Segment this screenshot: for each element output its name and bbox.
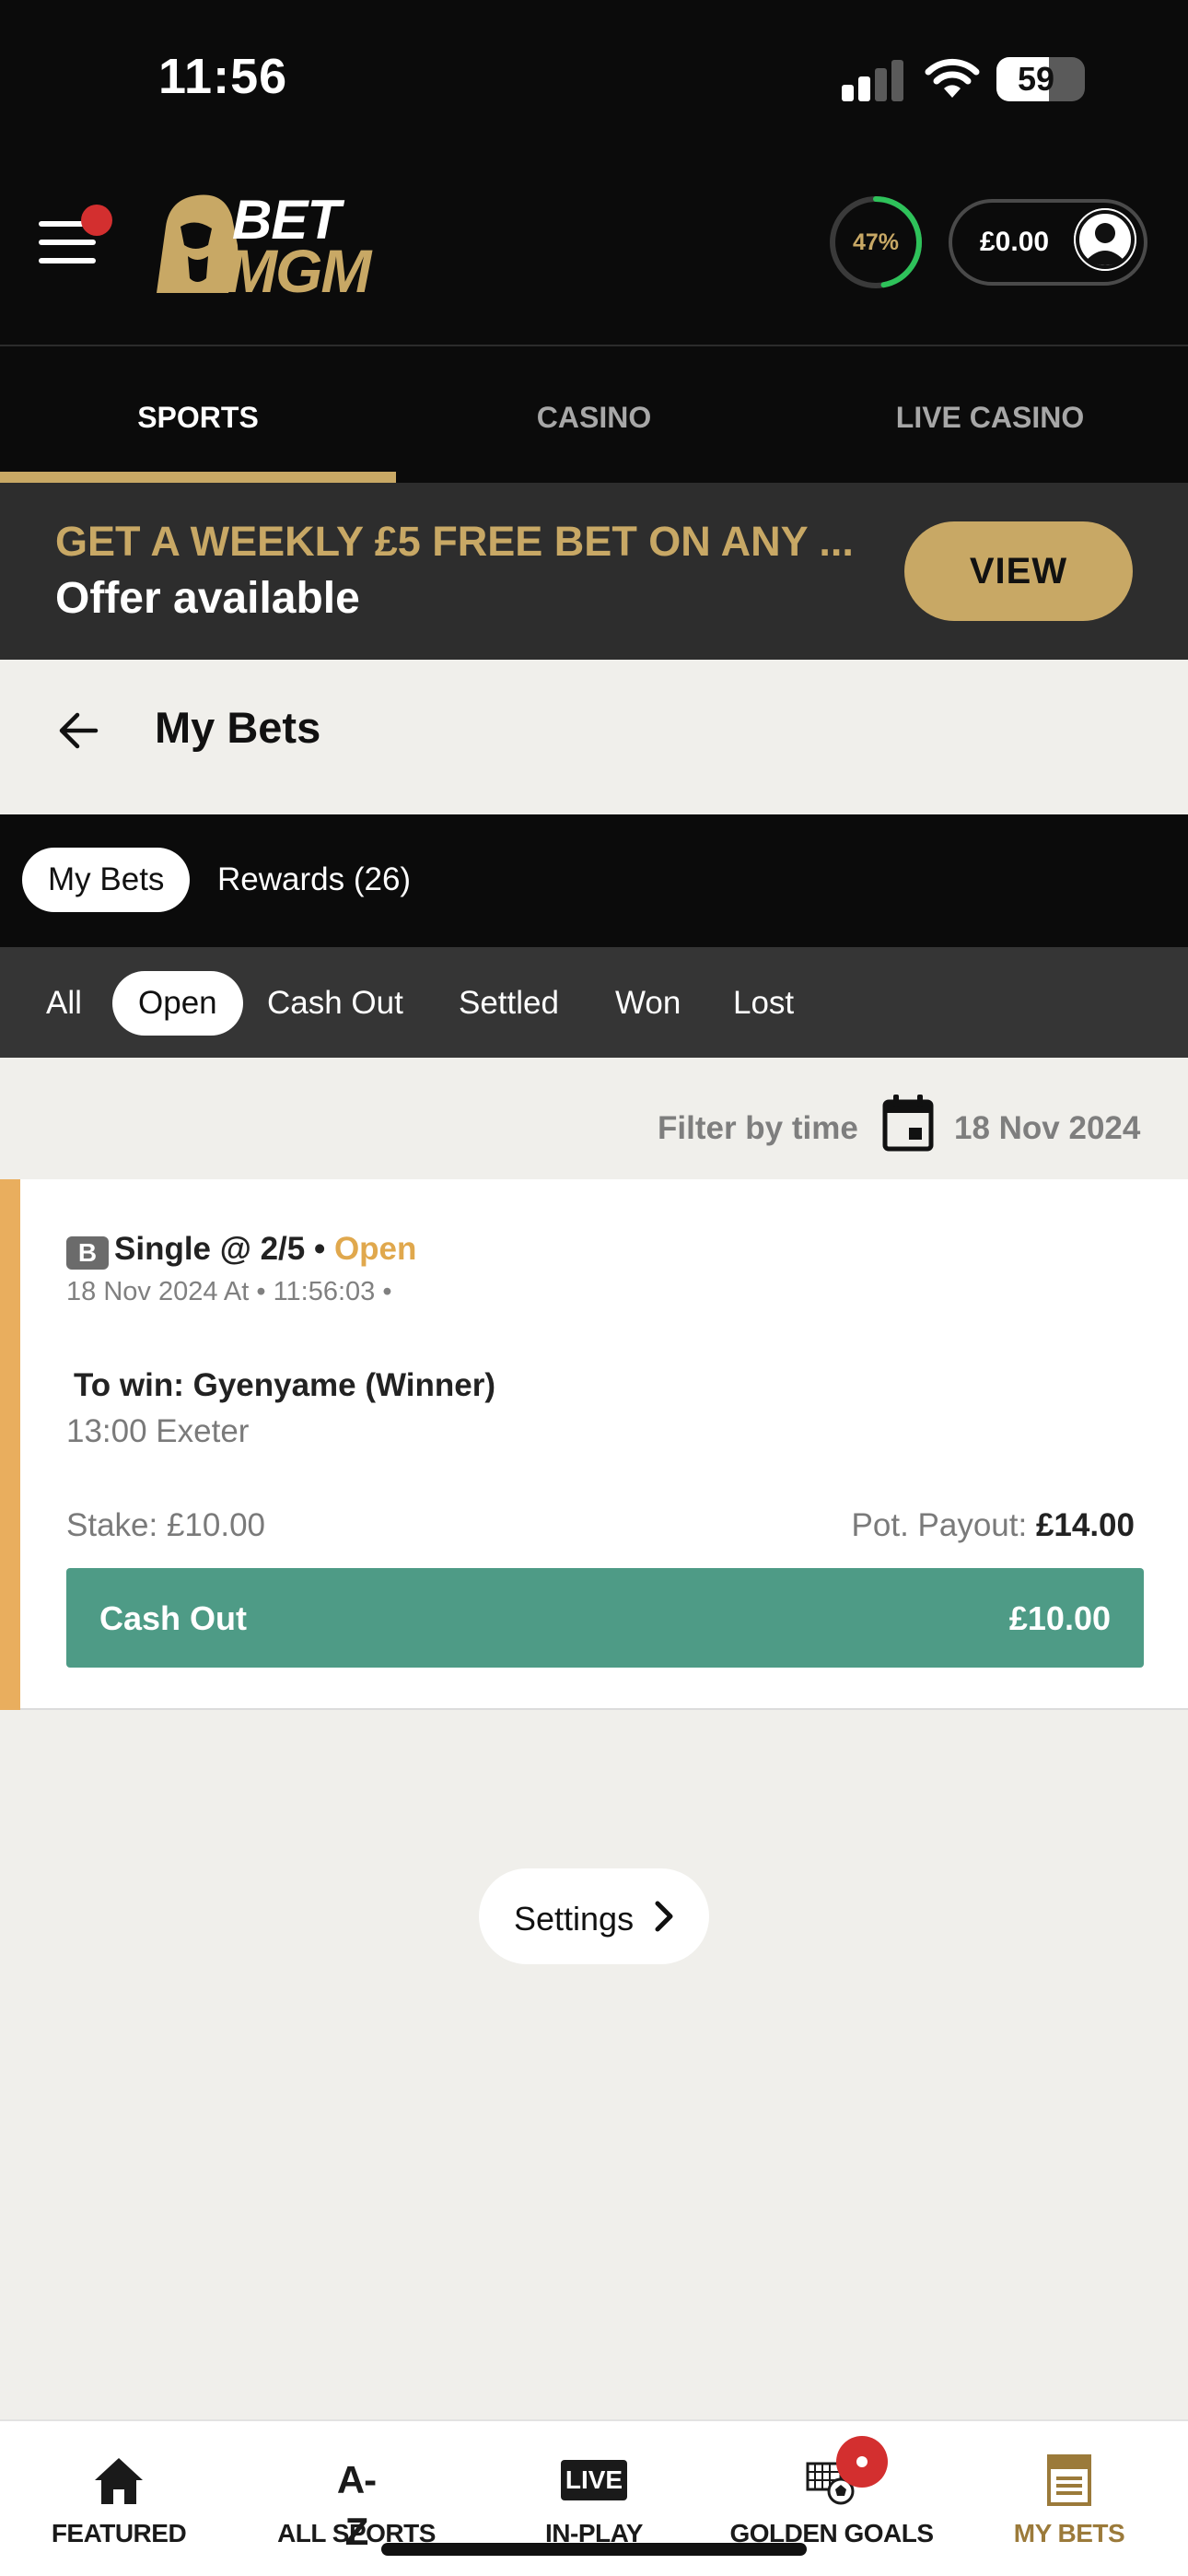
status-time: 11:56 [158, 49, 288, 104]
filter-cash-out[interactable]: Cash Out [241, 971, 429, 1036]
progress-label: 47% [852, 229, 900, 255]
home-icon [95, 2458, 143, 2504]
bet-card-status-strip [0, 1179, 20, 1710]
brand-logo-bottom: MGM [227, 237, 371, 305]
tab-my-bets[interactable]: My Bets [22, 848, 191, 912]
promo-subtitle: Offer available [55, 574, 360, 623]
page-title: My Bets [155, 703, 321, 752]
battery-tip [1079, 71, 1085, 88]
tab-live-casino[interactable]: LIVE CASINO [792, 346, 1188, 483]
bet-event: 13:00 Exeter [66, 1413, 250, 1449]
cellular-signal-icon [842, 59, 904, 101]
filter-won[interactable]: Won [589, 971, 706, 1036]
promo-title: GET A WEEKLY £5 FREE BET ON ANY ... [55, 518, 854, 565]
wifi-icon [925, 58, 980, 98]
notification-dot-center [856, 2456, 868, 2467]
filter-date[interactable]: 18 Nov 2024 [954, 1110, 1140, 1147]
cash-out-value: £10.00 [1008, 1599, 1111, 1637]
settings-label: Settings [514, 1900, 635, 1938]
home-indicator [381, 2543, 807, 2556]
balance-amount: £0.00 [980, 227, 1050, 257]
filter-settled[interactable]: Settled [433, 971, 585, 1036]
bet-date: 18 Nov 2024 At • 11:56:03 • [66, 1277, 392, 1306]
filter-open[interactable]: Open [112, 971, 243, 1036]
bet-type: Single @ 2/5 • Open [114, 1231, 417, 1267]
nav-my-bets-label: MY BETS [1013, 2519, 1125, 2547]
filter-by-time-label: Filter by time [658, 1110, 858, 1146]
filter-all[interactable]: All [22, 971, 106, 1036]
receipt-icon [1047, 2454, 1091, 2506]
live-icon: LIVE [561, 2460, 627, 2500]
user-avatar-icon[interactable] [1074, 208, 1136, 271]
chevron-right-icon [655, 1901, 673, 1932]
active-tab-indicator [0, 472, 396, 483]
filter-lost[interactable]: Lost [707, 971, 820, 1036]
app-root: 11:56 59 BET MGM 47% £0.00 SPORTS CASINO… [0, 0, 1188, 2576]
calendar-icon[interactable] [882, 1095, 934, 1152]
promo-view-button[interactable]: VIEW [904, 521, 1133, 621]
bet-status: Open [333, 1231, 417, 1267]
bet-stake: Stake: £10.00 [66, 1507, 265, 1543]
notification-dot [81, 205, 112, 236]
cash-out-label: Cash Out [99, 1599, 248, 1637]
a-z-icon: A-Z [336, 2458, 377, 2553]
nav-my-bets[interactable]: MY BETS [950, 2419, 1188, 2576]
tab-sports[interactable]: SPORTS [0, 346, 396, 483]
tab-rewards[interactable]: Rewards (26) [192, 848, 437, 912]
bet-potential-payout: Pot. Payout: £14.00 [851, 1507, 1135, 1543]
back-arrow-icon[interactable] [57, 709, 99, 752]
battery-icon: 59 [996, 57, 1085, 101]
bet-badge-icon: B [66, 1236, 109, 1270]
tab-casino[interactable]: CASINO [396, 346, 792, 483]
battery-level: 59 [1017, 60, 1055, 98]
nav-featured[interactable]: FEATURED [0, 2419, 238, 2576]
nav-featured-label: FEATURED [51, 2519, 187, 2547]
bet-selection: To win: Gyenyame (Winner) [74, 1367, 495, 1403]
